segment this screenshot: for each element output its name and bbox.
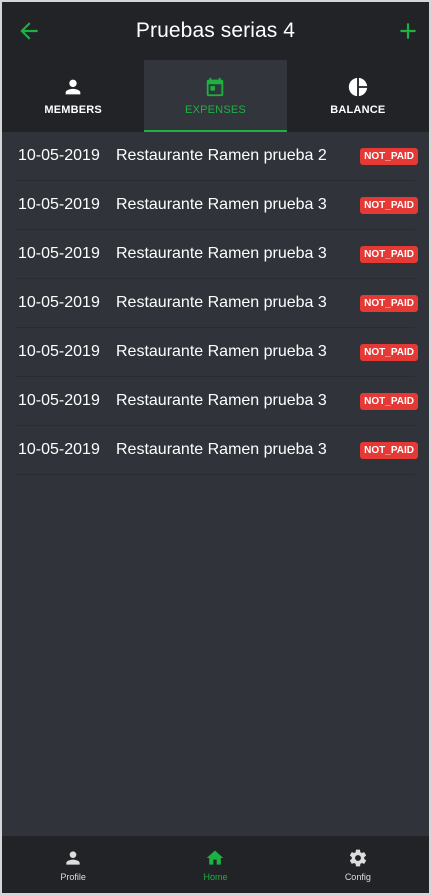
expense-date: 10-05-2019 <box>18 294 100 311</box>
person-icon <box>65 79 81 95</box>
person-icon <box>66 850 80 865</box>
pie-chart-icon <box>348 77 367 97</box>
expense-date: 10-05-2019 <box>18 343 100 360</box>
nav-home-label: Home <box>203 871 228 882</box>
status-badge: NOT_PAID <box>360 245 418 263</box>
expense-date: 10-05-2019 <box>18 147 100 164</box>
app-frame: Pruebas serias 4 MEMBERS EXPENSES BALANC… <box>0 0 431 895</box>
gear-icon <box>349 849 366 866</box>
status-badge: NOT_PAID <box>360 392 418 410</box>
status-badge: NOT_PAID <box>360 196 418 214</box>
status-badge: NOT_PAID <box>360 147 418 165</box>
tab-expenses-label: EXPENSES <box>185 104 246 116</box>
expense-row[interactable]: 10-05-2019 Restaurante Ramen prueba 3 NO… <box>16 230 418 279</box>
status-badge: NOT_PAID <box>360 294 418 312</box>
expense-row[interactable]: 10-05-2019 Restaurante Ramen prueba 3 NO… <box>16 328 418 377</box>
expense-date: 10-05-2019 <box>18 441 100 458</box>
home-icon <box>207 850 224 865</box>
tab-expenses[interactable]: EXPENSES <box>144 60 287 132</box>
expense-row[interactable]: 10-05-2019 Restaurante Ramen prueba 2 NO… <box>16 132 418 181</box>
expense-row[interactable]: 10-05-2019 Restaurante Ramen prueba 3 NO… <box>16 426 418 475</box>
status-badge: NOT_PAID <box>360 441 418 459</box>
nav-profile-label: Profile <box>60 871 86 882</box>
nav-config[interactable]: Config <box>287 836 429 893</box>
status-badge: NOT_PAID <box>360 343 418 361</box>
arrow-left-icon[interactable] <box>16 18 42 44</box>
expense-description: Restaurante Ramen prueba 2 <box>116 147 327 164</box>
expense-description: Restaurante Ramen prueba 3 <box>116 343 327 360</box>
top-app-bar: Pruebas serias 4 <box>2 2 429 60</box>
expense-description: Restaurante Ramen prueba 3 <box>116 392 327 409</box>
expense-row[interactable]: 10-05-2019 Restaurante Ramen prueba 3 NO… <box>16 377 418 426</box>
expense-date: 10-05-2019 <box>18 245 100 262</box>
calendar-icon <box>207 77 224 97</box>
expense-description: Restaurante Ramen prueba 3 <box>116 294 327 311</box>
tab-bar: MEMBERS EXPENSES BALANCE <box>2 60 429 132</box>
expense-row[interactable]: 10-05-2019 Restaurante Ramen prueba 3 NO… <box>16 279 418 328</box>
plus-icon[interactable] <box>395 18 421 44</box>
nav-profile[interactable]: Profile <box>2 836 144 893</box>
tab-members-label: MEMBERS <box>44 104 102 116</box>
expense-row[interactable]: 10-05-2019 Restaurante Ramen prueba 3 NO… <box>16 181 418 230</box>
expense-description: Restaurante Ramen prueba 3 <box>116 245 327 262</box>
page-title: Pruebas serias 4 <box>135 19 296 42</box>
expense-description: Restaurante Ramen prueba 3 <box>116 196 327 213</box>
nav-home[interactable]: Home <box>144 836 286 893</box>
bottom-navigation: Profile Home Config <box>2 836 429 893</box>
expense-list: 10-05-2019 Restaurante Ramen prueba 2 NO… <box>2 132 429 475</box>
nav-config-label: Config <box>344 871 371 882</box>
expense-date: 10-05-2019 <box>18 392 100 409</box>
tab-balance-label: BALANCE <box>330 104 386 116</box>
tab-balance[interactable]: BALANCE <box>287 60 429 132</box>
expense-description: Restaurante Ramen prueba 3 <box>116 441 327 458</box>
expense-date: 10-05-2019 <box>18 196 100 213</box>
tab-members[interactable]: MEMBERS <box>2 60 144 132</box>
